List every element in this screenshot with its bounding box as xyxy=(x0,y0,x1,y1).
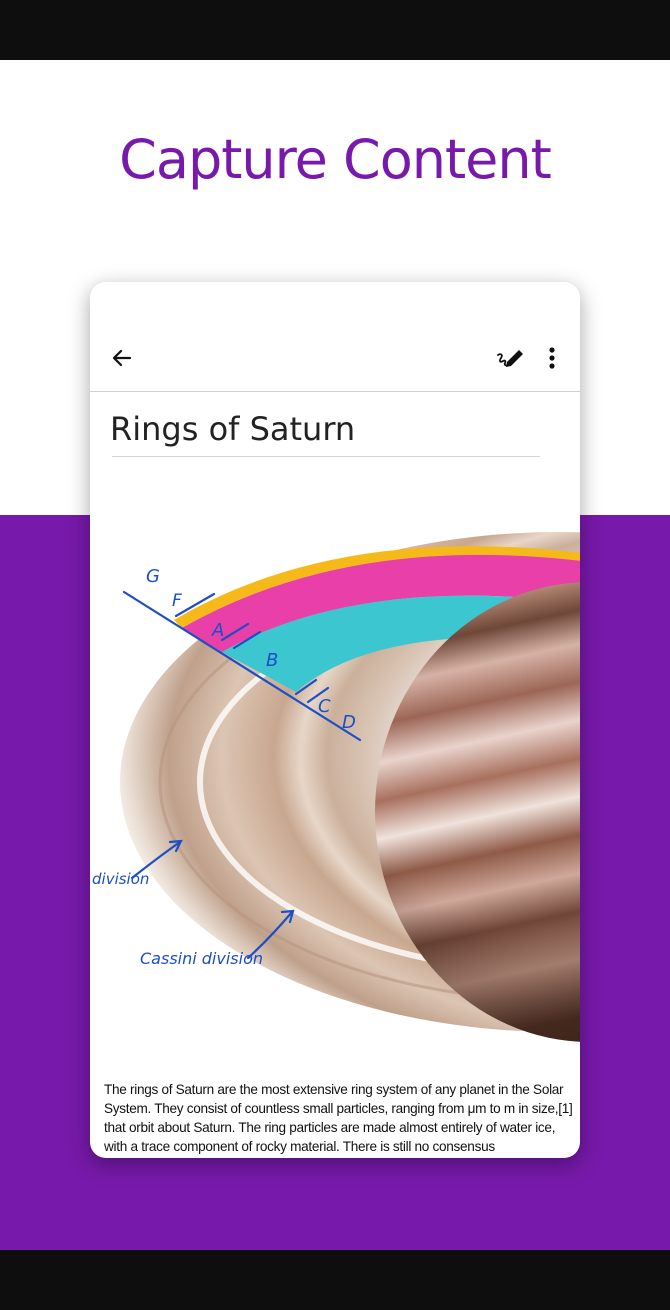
label-ring-b: B xyxy=(266,650,278,671)
label-division: division xyxy=(92,870,149,888)
label-cassini-division: Cassini division xyxy=(140,949,263,968)
top-system-bar xyxy=(0,0,670,60)
label-ring-a: A xyxy=(211,620,224,641)
bottom-navigation-bar xyxy=(0,1250,670,1310)
label-ring-d: D xyxy=(342,712,356,733)
headline: Capture Content xyxy=(119,128,552,191)
page-title: Rings of Saturn xyxy=(110,410,356,448)
note-body-text: The rings of Saturn are the most extensi… xyxy=(104,1082,573,1154)
back-arrow-icon[interactable] xyxy=(102,338,142,378)
more-vertical-icon[interactable] xyxy=(532,338,572,378)
title-divider xyxy=(112,456,540,457)
phone-frame: Rings of Saturn G F A B C D division Cas… xyxy=(90,282,580,1158)
ink-pen-icon[interactable] xyxy=(490,338,530,378)
label-ring-c: C xyxy=(318,696,331,717)
label-ring-f: F xyxy=(172,591,182,611)
label-ring-g: G xyxy=(146,566,160,587)
app-toolbar xyxy=(90,282,580,392)
saturn-illustration: G F A B C D division Cassini division xyxy=(92,532,580,1042)
